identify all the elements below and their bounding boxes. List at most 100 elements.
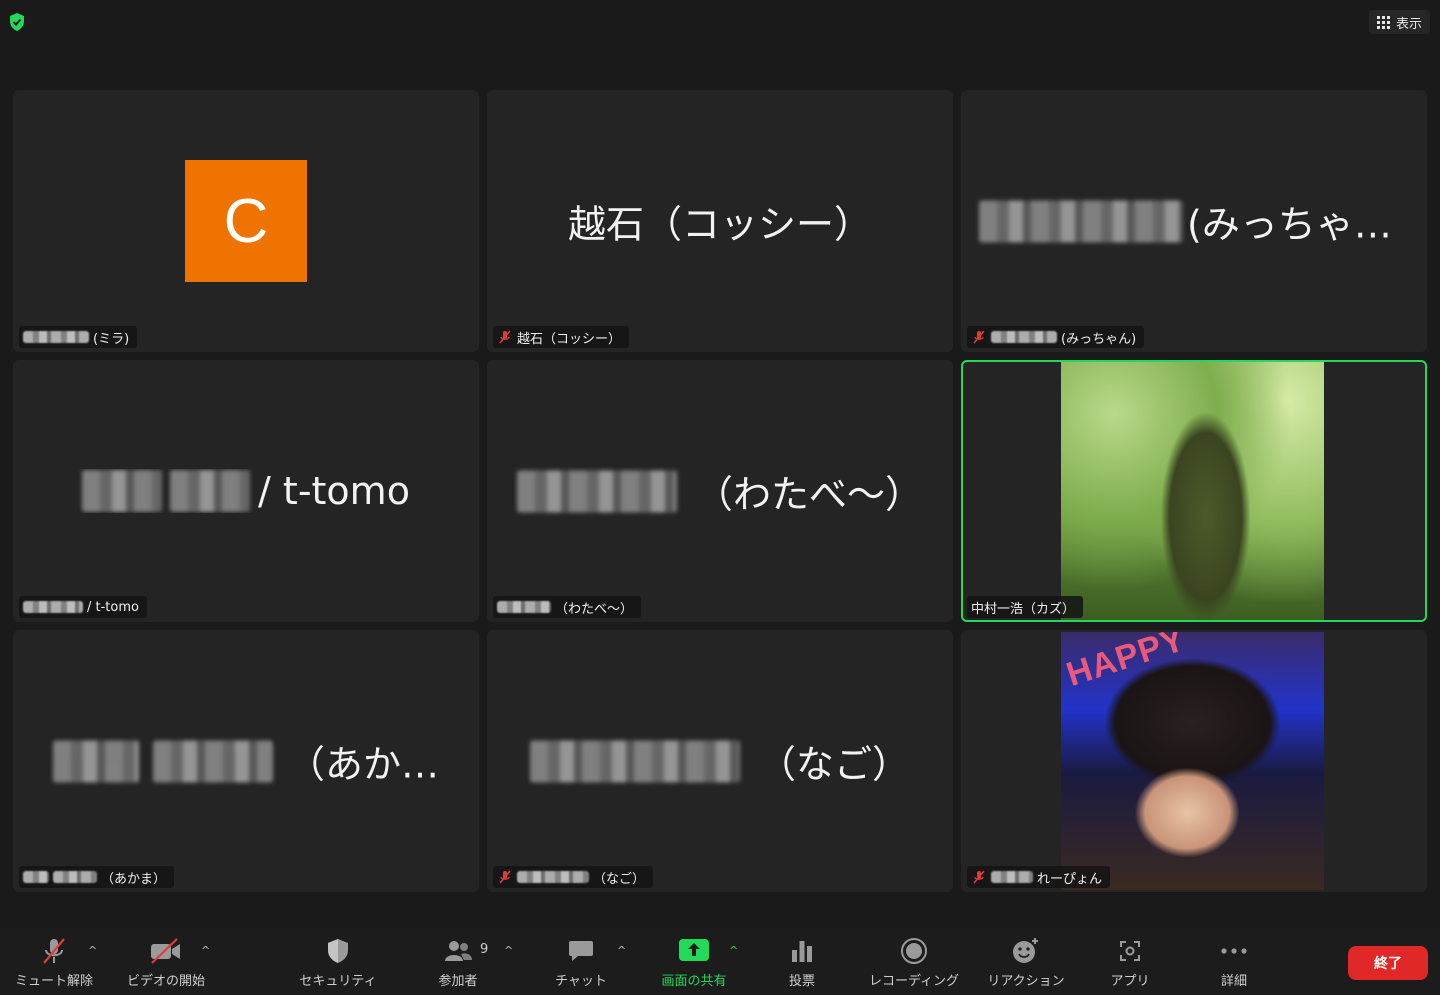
display-name-text: (みっちゃ… <box>1187 202 1392 247</box>
blurred-name <box>170 470 251 512</box>
blurred-name <box>82 470 163 512</box>
unmute-label: ミュート解除 <box>14 974 93 989</box>
name-suffix: (ミラ) <box>93 331 130 347</box>
security-button[interactable]: セキュリティ <box>292 928 384 995</box>
video-off-icon <box>148 936 184 966</box>
start-video-button[interactable]: ビデオの開始 <box>120 928 212 995</box>
mic-muted-icon <box>499 330 511 344</box>
mic-off-icon <box>36 936 72 966</box>
record-label: レコーディング <box>868 974 960 989</box>
participant-name-label: （あかま） <box>19 866 175 888</box>
display-name: (みっちゃ… <box>961 194 1427 249</box>
avatar: C <box>185 160 307 282</box>
security-label: セキュリティ <box>299 974 377 989</box>
chat-bubble-icon <box>563 936 599 966</box>
blurred-name <box>991 871 1033 883</box>
top-bar: 表示 <box>0 0 1440 44</box>
share-screen-icon <box>676 936 712 966</box>
share-screen-label: 画面の共有 <box>661 974 727 989</box>
blurred-name <box>516 470 677 512</box>
apps-button[interactable]: アプリ <box>1084 928 1176 995</box>
start-video-label: ビデオの開始 <box>126 974 205 989</box>
security-shield-icon <box>320 936 356 966</box>
blurred-name <box>529 740 740 782</box>
participant-name-label: 中村一浩（カズ） <box>967 596 1084 618</box>
party-sign-text: HAPPY <box>1061 632 1190 694</box>
blurred-name <box>152 740 273 782</box>
chat-options-caret-icon[interactable]: ^ <box>617 944 626 957</box>
name-suffix: （あかま） <box>101 871 167 887</box>
blurred-name <box>517 871 589 883</box>
poll-label: 投票 <box>788 974 815 989</box>
participants-count: 9 <box>480 942 489 957</box>
display-name-text: （あか… <box>286 742 439 787</box>
view-button[interactable]: 表示 <box>1368 10 1430 34</box>
participant-tile[interactable]: （なご） （なご） <box>487 630 953 892</box>
participants-icon: 9 <box>440 936 488 966</box>
reactions-label: リアクション <box>987 974 1065 989</box>
participant-tile[interactable]: HAPPY れーぴょん <box>961 630 1427 892</box>
participant-video: HAPPY <box>1061 632 1324 890</box>
poll-bar-chart-icon <box>784 936 820 966</box>
display-name-text: （わたべ〜） <box>694 472 923 517</box>
end-meeting-label: 終了 <box>1374 956 1402 972</box>
blurred-name <box>23 871 49 883</box>
participants-button[interactable]: 9 参加者 <box>412 928 504 995</box>
chat-button[interactable]: チャット <box>535 928 627 995</box>
display-name-text: / t-tomo <box>258 469 410 513</box>
view-label: 表示 <box>1395 16 1422 32</box>
blurred-name <box>497 601 551 613</box>
participant-tile[interactable]: (みっちゃ… (みっちゃん) <box>961 90 1427 352</box>
record-button[interactable]: レコーディング <box>862 928 966 995</box>
reactions-button[interactable]: リアクション <box>980 928 1072 995</box>
display-name-text: 越石（コッシー） <box>567 202 872 247</box>
participant-name-label: 越石（コッシー） <box>493 326 630 348</box>
blurred-name <box>991 331 1057 343</box>
more-dots-icon <box>1216 936 1252 966</box>
blurred-name <box>53 871 97 883</box>
blurred-name <box>23 331 89 343</box>
blurred-name <box>52 740 139 782</box>
encryption-shield-icon[interactable] <box>8 12 26 32</box>
unmute-button[interactable]: ミュート解除 <box>8 928 100 995</box>
share-options-caret-icon[interactable]: ^ <box>729 944 738 957</box>
participant-tile[interactable]: （わたべ〜） （わたべ〜） <box>487 360 953 622</box>
participant-name-label: / t-tomo <box>19 596 147 618</box>
blurred-name <box>979 200 1183 242</box>
name-suffix: （わたべ〜） <box>555 601 634 617</box>
display-name: （なご） <box>487 734 953 789</box>
mic-muted-icon <box>499 870 511 884</box>
video-options-caret-icon[interactable]: ^ <box>201 944 210 957</box>
more-button[interactable]: 詳細 <box>1188 928 1280 995</box>
apps-label: アプリ <box>1110 974 1150 989</box>
audio-options-caret-icon[interactable]: ^ <box>88 944 97 957</box>
more-label: 詳細 <box>1220 974 1247 989</box>
apps-icon <box>1112 936 1148 966</box>
avatar-letter: C <box>223 186 269 256</box>
display-name: （あか… <box>13 734 479 789</box>
display-name-text: （なご） <box>757 742 910 787</box>
name-suffix: 越石（コッシー） <box>517 331 622 347</box>
participant-name-label: （わたべ〜） <box>493 596 642 618</box>
poll-button[interactable]: 投票 <box>756 928 848 995</box>
record-icon <box>896 936 932 966</box>
meeting-toolbar: ミュート解除 ^ ビデオの開始 ^ セキュリティ 9 参加者 ^ チャット ^ … <box>0 928 1440 995</box>
participant-tile[interactable]: / t-tomo / t-tomo <box>13 360 479 622</box>
participants-label: 参加者 <box>438 974 478 989</box>
name-suffix: / t-tomo <box>87 599 139 615</box>
mic-muted-icon <box>973 870 985 884</box>
participants-options-caret-icon[interactable]: ^ <box>504 944 513 957</box>
end-meeting-button[interactable]: 終了 <box>1348 946 1428 980</box>
participant-tile-active-speaker[interactable]: 中村一浩（カズ） <box>961 360 1427 622</box>
name-suffix: (みっちゃん) <box>1061 331 1137 347</box>
participant-tile[interactable]: （あか… （あかま） <box>13 630 479 892</box>
participant-name-label: (みっちゃん) <box>967 326 1145 348</box>
participant-name-label: れーぴょん <box>967 866 1111 888</box>
participant-video <box>1061 362 1324 620</box>
share-screen-button[interactable]: 画面の共有 <box>648 928 740 995</box>
participant-tile[interactable]: 越石（コッシー） 越石（コッシー） <box>487 90 953 352</box>
name-suffix: 中村一浩（カズ） <box>971 601 1076 617</box>
reaction-smiley-icon <box>1008 936 1044 966</box>
participant-tile[interactable]: C (ミラ) <box>13 90 479 352</box>
display-name: （わたべ〜） <box>487 464 953 519</box>
